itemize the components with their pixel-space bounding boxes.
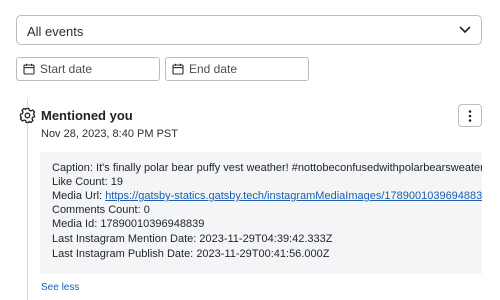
detail-key: Like Count: xyxy=(52,176,108,188)
activity-page: All events Mentioned you Nov 28, 2023, 8 xyxy=(0,0,500,300)
detail-key: Caption: xyxy=(52,162,93,174)
detail-key: Media Id: xyxy=(52,218,98,230)
detail-key: Comments Count: xyxy=(52,204,141,216)
end-date-input[interactable] xyxy=(189,61,299,77)
detail-key: Last Instagram Publish Date: xyxy=(52,248,194,260)
event-timestamp: Nov 28, 2023, 8:40 PM PST xyxy=(41,128,178,140)
detail-value: 2023-11-29T00:41:56.000Z xyxy=(196,248,330,260)
see-less-link[interactable]: See less xyxy=(41,282,79,293)
detail-media-id: Media Id: 17890010396948839 xyxy=(52,218,204,231)
event-title: Mentioned you xyxy=(41,108,133,123)
timeline-line xyxy=(27,99,28,300)
gear-icon xyxy=(19,107,36,124)
media-url-link[interactable]: https://gatsby-statics.gatsby.tech/insta… xyxy=(105,190,482,202)
chevron-down-icon xyxy=(459,26,471,33)
event-type-value: All events xyxy=(27,24,84,39)
detail-value: 17890010396948839 xyxy=(100,218,205,230)
calendar-icon xyxy=(172,63,184,75)
detail-caption: Caption: It's finally polar bear puffy v… xyxy=(52,162,482,175)
detail-key: Media Url: xyxy=(52,190,103,202)
event-details-panel: Caption: It's finally polar bear puffy v… xyxy=(40,152,482,274)
detail-value: 0 xyxy=(143,204,150,216)
detail-last-mention-date: Last Instagram Mention Date: 2023-11-29T… xyxy=(52,233,332,246)
event-type-select[interactable]: All events xyxy=(16,15,482,45)
start-date-field[interactable] xyxy=(16,57,160,81)
detail-media-url: Media Url: https://gatsby-statics.gatsby… xyxy=(52,190,482,203)
end-date-field[interactable] xyxy=(165,57,309,81)
more-vertical-icon xyxy=(468,110,472,122)
detail-value: It's finally polar bear puffy vest weath… xyxy=(96,162,482,174)
detail-value: 2023-11-29T04:39:42.333Z xyxy=(199,233,333,245)
event-menu-button[interactable] xyxy=(458,104,482,127)
detail-key: Last Instagram Mention Date: xyxy=(52,233,197,245)
detail-like-count: Like Count: 19 xyxy=(52,176,123,189)
detail-last-publish-date: Last Instagram Publish Date: 2023-11-29T… xyxy=(52,248,329,261)
calendar-icon xyxy=(23,63,35,75)
detail-comments-count: Comments Count: 0 xyxy=(52,204,150,217)
start-date-input[interactable] xyxy=(40,61,150,77)
detail-value: 19 xyxy=(110,176,123,188)
